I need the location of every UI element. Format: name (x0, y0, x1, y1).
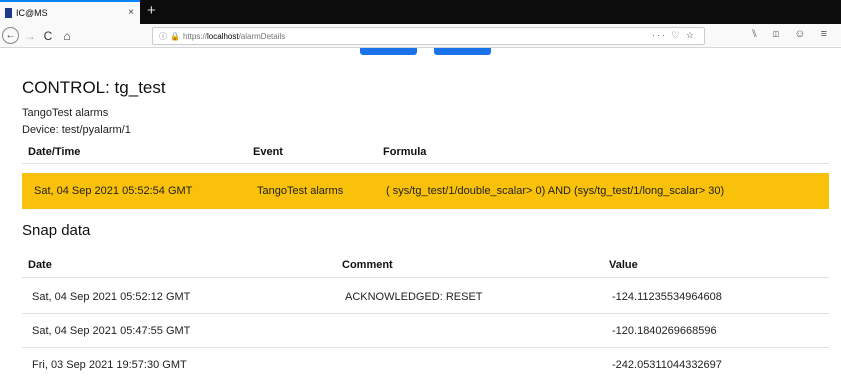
tab-bar: IC@MS × + (0, 0, 841, 24)
table-row[interactable]: Sat, 04 Sep 2021 05:47:55 GMT -120.18402… (22, 314, 829, 348)
header-comment: Comment (342, 259, 393, 271)
snap-date: Fri, 03 Sep 2021 19:57:30 GMT (32, 359, 187, 371)
browser-tab[interactable]: IC@MS × (0, 0, 140, 24)
url-bar[interactable]: ⓘ 🔒 https:// localhost /alarmDetails ···… (152, 27, 705, 45)
forward-button[interactable]: → (23, 27, 37, 45)
table-row[interactable]: Fri, 03 Sep 2021 19:57:30 GMT -242.05311… (22, 348, 829, 376)
navigation-bar: ← → C ⌂ ⓘ 🔒 https:// localhost /alarmDet… (0, 24, 841, 48)
info-icon[interactable]: ⓘ (159, 31, 167, 42)
header-date-time: Date/Time (28, 146, 81, 158)
header-event: Event (253, 146, 283, 158)
url-prefix: https:// (182, 31, 207, 41)
alarm-formula: ( sys/tg_test/1/double_scalar> 0) AND (s… (386, 185, 725, 197)
url-path: /alarmDetails (238, 31, 286, 41)
header-formula: Formula (383, 146, 427, 158)
snap-comment: ACKNOWLEDGED: RESET (345, 291, 483, 303)
new-tab-button[interactable]: + (147, 2, 156, 20)
alarm-table-header: Date/Time Event Formula (22, 140, 829, 164)
close-tab-icon[interactable]: × (128, 7, 134, 18)
snap-value: -242.05311044332697 (612, 359, 722, 371)
alarm-date: Sat, 04 Sep 2021 05:52:54 GMT (34, 185, 193, 197)
page-content: CONTROL: tg_test TangoTest alarms Device… (0, 48, 841, 376)
primary-button-2[interactable] (434, 48, 491, 55)
snap-table-header: Date Comment Value (22, 252, 829, 278)
url-host: localhost (206, 31, 239, 41)
page-actions-icons[interactable]: ··· ♡ ☆ (652, 30, 696, 41)
snap-value: -120.1840269668596 (612, 325, 717, 337)
snap-date: Sat, 04 Sep 2021 05:52:12 GMT (32, 291, 191, 303)
home-button[interactable]: ⌂ (60, 27, 74, 45)
reload-button[interactable]: C (41, 27, 55, 45)
snap-value: -124.11235534964608 (612, 291, 722, 303)
alarm-row-highlighted[interactable]: Sat, 04 Sep 2021 05:52:54 GMT TangoTest … (22, 173, 829, 209)
table-row[interactable]: Sat, 04 Sep 2021 05:52:12 GMT ACKNOWLEDG… (22, 280, 829, 314)
primary-button-1[interactable] (360, 48, 417, 55)
page-title: CONTROL: tg_test (22, 78, 166, 97)
snap-data-title: Snap data (22, 222, 91, 239)
alarm-description: TangoTest alarms (22, 107, 109, 119)
device-label: Device: test/pyalarm/1 (22, 124, 131, 136)
header-date: Date (28, 259, 52, 271)
alarm-event: TangoTest alarms (257, 185, 344, 197)
favicon-icon (5, 8, 12, 18)
lock-icon: 🔒 (170, 31, 180, 41)
toolbar-icons[interactable]: ⑊ ◫ ☺ ≡ (751, 28, 833, 40)
tab-title: IC@MS (16, 8, 48, 18)
snap-date: Sat, 04 Sep 2021 05:47:55 GMT (32, 325, 191, 337)
header-value: Value (609, 259, 638, 271)
back-button[interactable]: ← (2, 27, 19, 44)
